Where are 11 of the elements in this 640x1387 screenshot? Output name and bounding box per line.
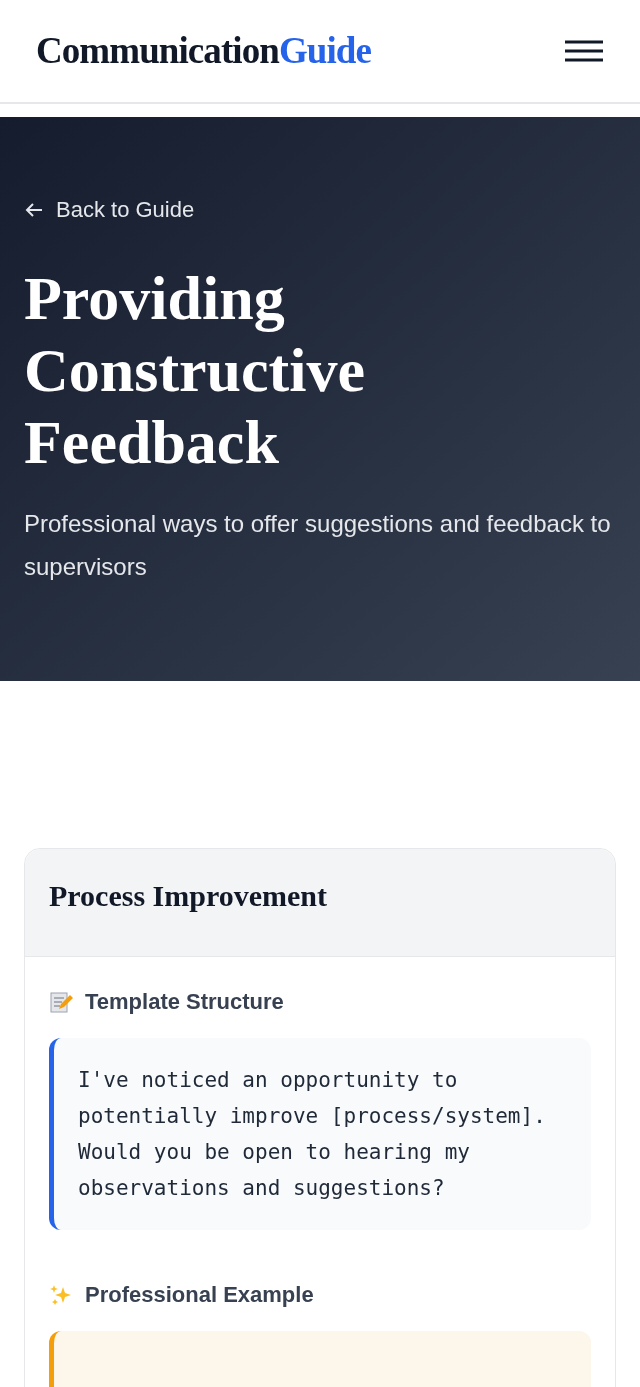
site-logo[interactable]: CommunicationGuide	[36, 23, 371, 79]
page-subtitle: Professional ways to offer suggestions and feedback to supervisors	[24, 509, 612, 582]
left-arrow-icon	[24, 201, 44, 218]
card-title: Process Improvement	[49, 878, 328, 914]
memo-pencil-icon	[49, 989, 73, 1014]
back-link[interactable]: Back to Guide	[24, 193, 195, 226]
block-text: I've noticed an opportunity to potentially improve [process/system]. Would you be open to hearing my observations and suggestions?	[78, 1067, 547, 1202]
page-title: Providing Constructive Feedback	[24, 263, 366, 478]
section-heading: Professional Example	[85, 1281, 314, 1309]
menu-icon	[565, 40, 603, 62]
section-heading: Template Structure	[85, 988, 284, 1016]
